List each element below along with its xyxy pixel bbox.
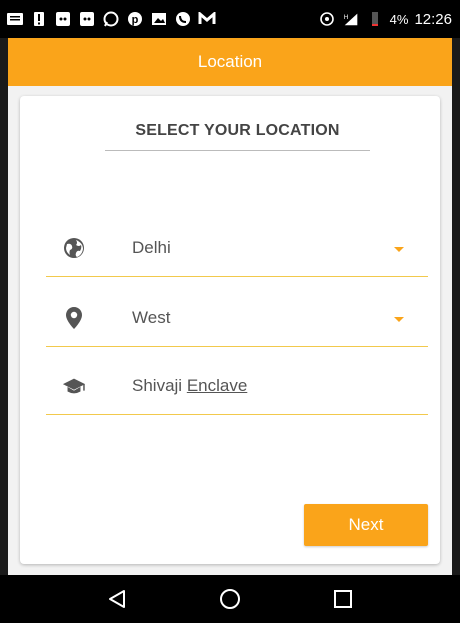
home-icon[interactable] bbox=[210, 579, 250, 619]
app-bar: Location bbox=[8, 38, 452, 86]
status-bar: p H 4% 12:26 bbox=[0, 0, 460, 38]
phone-icon bbox=[174, 10, 192, 28]
next-button[interactable]: Next bbox=[304, 504, 428, 546]
signal-label: H bbox=[343, 14, 348, 21]
globe-icon bbox=[62, 236, 86, 260]
area-value-part1: Shivaji bbox=[132, 376, 187, 395]
graduation-cap-icon bbox=[62, 374, 86, 398]
gallery-icon bbox=[150, 10, 168, 28]
back-icon[interactable] bbox=[97, 579, 137, 619]
notification-icons: p bbox=[6, 10, 318, 28]
svg-text:p: p bbox=[132, 14, 139, 26]
signal-icon: H bbox=[342, 10, 360, 28]
navigation-bar bbox=[0, 575, 460, 623]
zone-value: West bbox=[132, 308, 171, 327]
cat-app-icon bbox=[54, 10, 72, 28]
city-dropdown[interactable]: Delhi bbox=[46, 224, 428, 277]
recents-icon[interactable] bbox=[323, 579, 363, 619]
hotspot-icon bbox=[318, 10, 336, 28]
chevron-down-icon bbox=[394, 247, 404, 252]
chevron-down-icon bbox=[394, 317, 404, 322]
zone-dropdown[interactable]: West bbox=[46, 294, 428, 347]
pinterest-icon: p bbox=[126, 10, 144, 28]
area-value: Shivaji Enclave bbox=[132, 376, 247, 396]
app-bar-title: Location bbox=[197, 52, 263, 71]
status-right: H 4% 12:26 bbox=[318, 10, 452, 28]
city-value: Delhi bbox=[132, 238, 171, 257]
message-icon bbox=[6, 10, 24, 28]
card-title: SELECT YOUR LOCATION bbox=[105, 122, 370, 151]
battery-icon bbox=[366, 10, 384, 28]
cat-app-icon-2 bbox=[78, 10, 96, 28]
area-value-part2: Enclave bbox=[186, 376, 248, 395]
gmail-icon bbox=[198, 10, 216, 28]
whatsapp-icon bbox=[102, 10, 120, 28]
clock: 12:26 bbox=[414, 10, 452, 28]
area-field[interactable]: Shivaji Enclave bbox=[46, 362, 428, 415]
battery-percent: 4% bbox=[389, 11, 409, 27]
location-pin-icon bbox=[62, 306, 86, 330]
alert-icon bbox=[30, 10, 48, 28]
